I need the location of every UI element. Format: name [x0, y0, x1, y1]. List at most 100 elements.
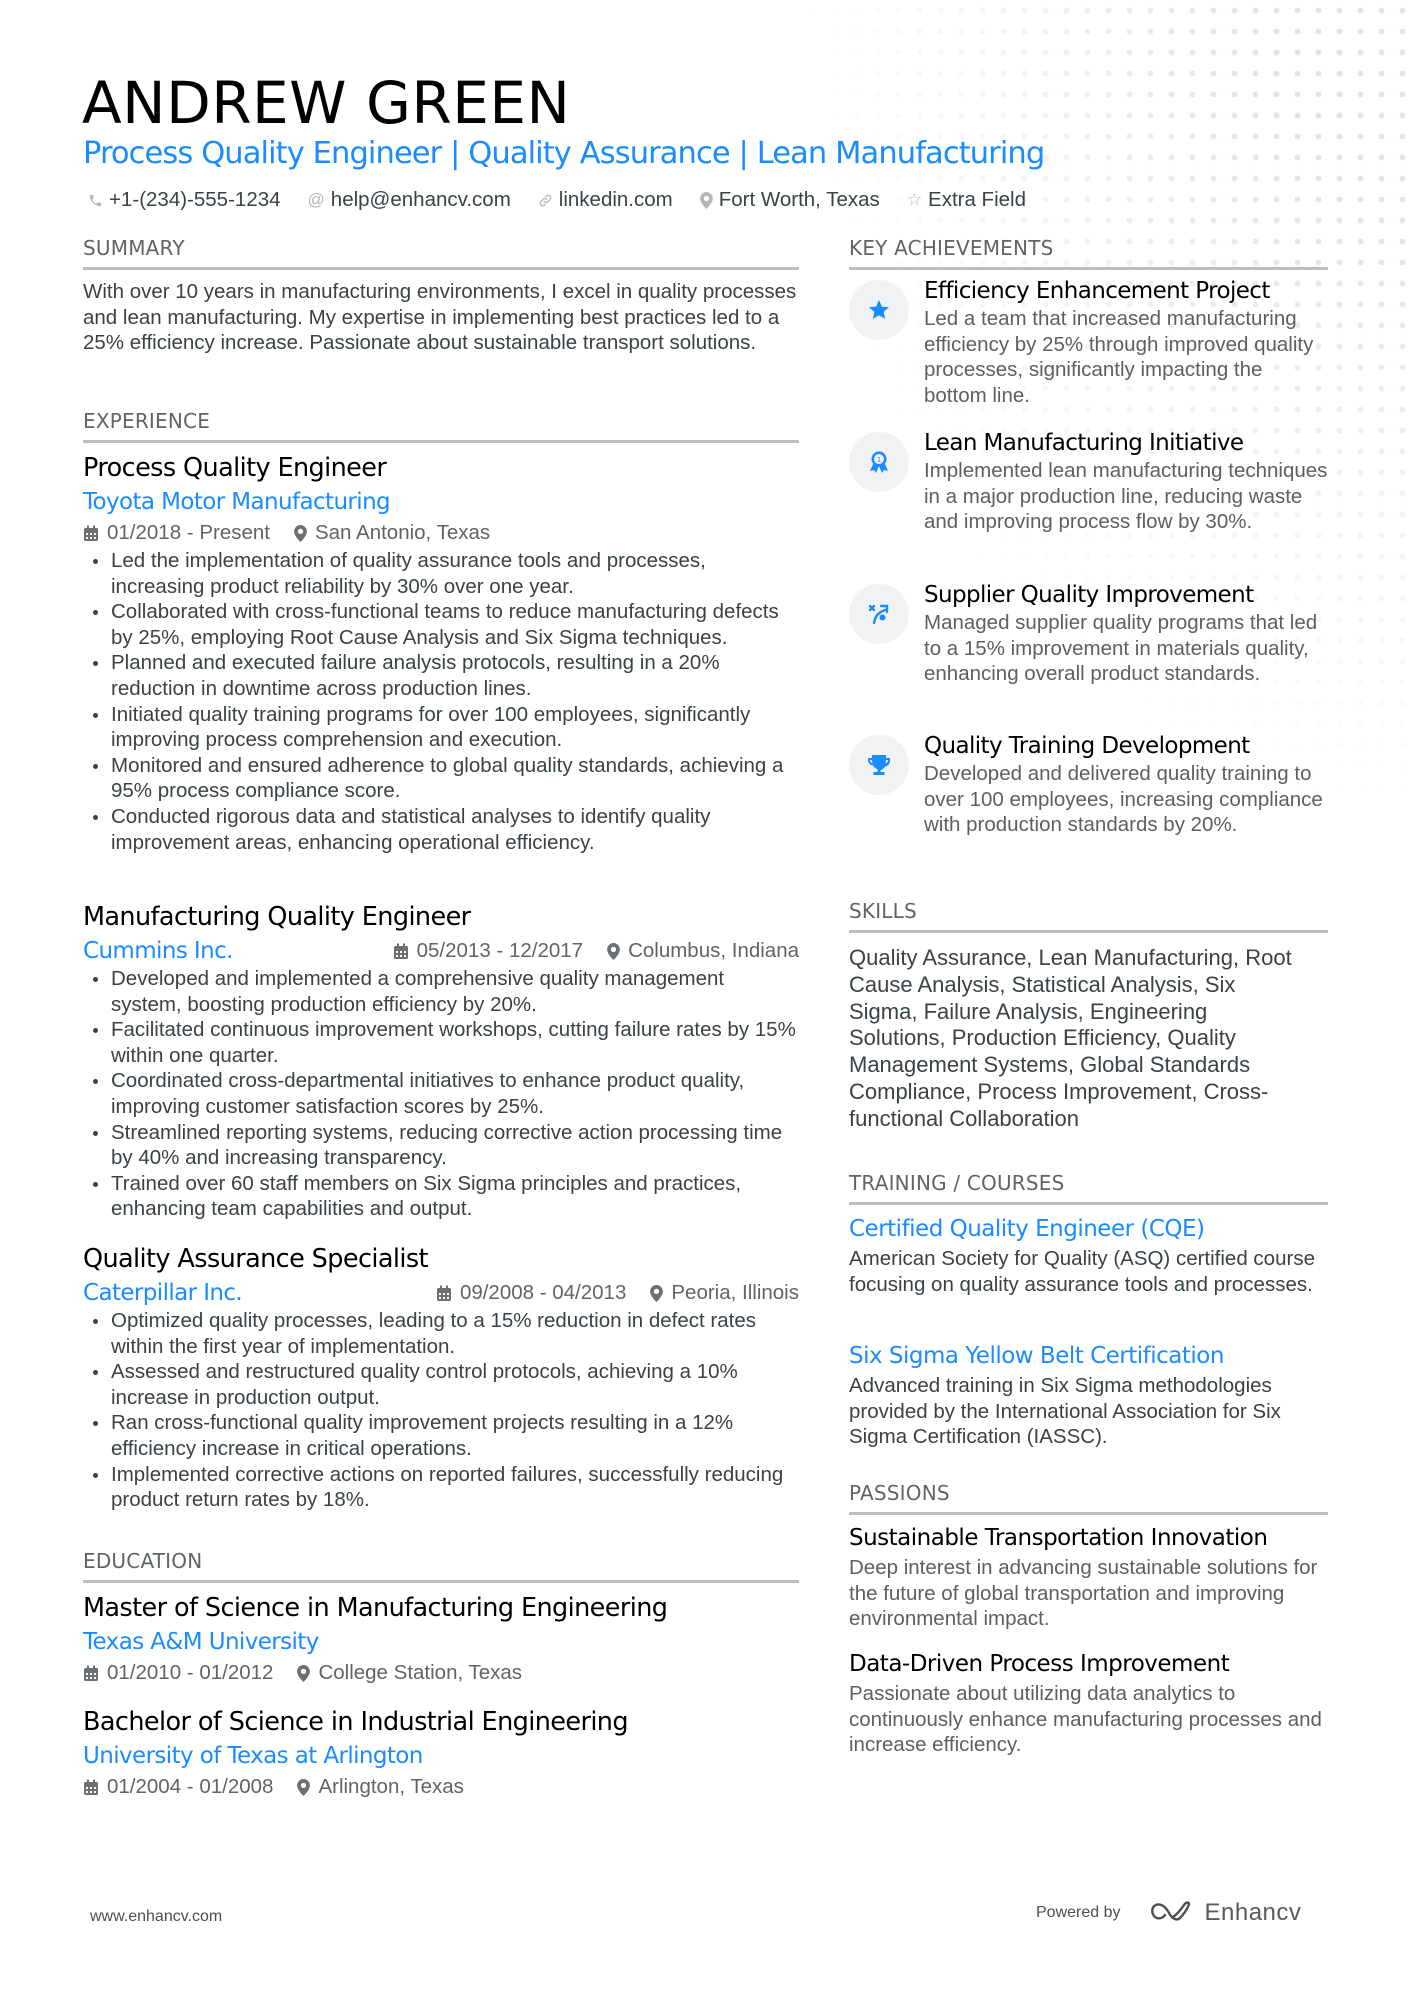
trophy-icon: [868, 755, 890, 775]
location-pin-icon: [297, 1664, 311, 1682]
training-item: Certified Quality Engineer (CQE) America…: [849, 1214, 1328, 1297]
location-pin-icon: [294, 524, 307, 542]
achievement-title: Lean Manufacturing Initiative: [924, 430, 1244, 456]
achievement-icon-badge: [849, 280, 909, 340]
education-meta: 01/2004 - 01/2008 Arlington, Texas: [83, 1773, 799, 1801]
contact-extra-text: Extra Field: [928, 188, 1026, 211]
contact-phone[interactable]: +1-(234)-555-1234: [88, 186, 281, 214]
calendar-icon: [84, 525, 98, 541]
achievement-icon-badge: [849, 735, 909, 795]
summary-text: With over 10 years in manufacturing envi…: [83, 280, 797, 355]
contact-linkedin[interactable]: linkedin.com: [538, 186, 673, 214]
achievement-icon-badge: [849, 584, 909, 644]
education-location-text: College Station, Texas: [318, 1661, 523, 1684]
school-name[interactable]: University of Texas at Arlington: [83, 1741, 799, 1771]
achievement-desc: Implemented lean manufacturing technique…: [924, 459, 1328, 534]
skills-heading: SKILLS: [849, 899, 1328, 933]
achievement-title: Efficiency Enhancement Project: [924, 278, 1270, 304]
education-location: College Station, Texas: [297, 1659, 522, 1687]
calendar-icon: [393, 943, 408, 959]
achievement-item: 1 Lean Manufacturing Initiative Implemen…: [849, 428, 1328, 535]
experience-item: Manufacturing Quality Engineer Cummins I…: [83, 901, 799, 1222]
footer-branding[interactable]: Powered by Enhancv: [1036, 1899, 1301, 1927]
candidate-headline: Process Quality Engineer | Quality Assur…: [83, 136, 1045, 171]
phone-icon: [88, 193, 103, 208]
passion-item: Data-Driven Process Improvement Passiona…: [849, 1649, 1328, 1758]
job-meta: 09/2008 - 04/2013 Peoria, Illinois: [436, 1279, 799, 1307]
star-icon: [869, 300, 889, 319]
job-meta: 05/2013 - 12/2017 Columbus, Indiana: [393, 937, 799, 965]
contact-location-text: Fort Worth, Texas: [718, 188, 880, 211]
contact-linkedin-text: linkedin.com: [558, 188, 673, 211]
bullet-item: Facilitated continuous improvement works…: [83, 1017, 799, 1068]
job-location-text: Columbus, Indiana: [628, 939, 799, 962]
enhancv-logo-icon: [1150, 1901, 1190, 1921]
passion-item: Sustainable Transportation Innovation De…: [849, 1523, 1328, 1632]
powered-by-label: Powered by: [1036, 1904, 1121, 1921]
education-dates: 01/2010 - 01/2012: [83, 1659, 273, 1687]
star-outline-icon: ☆: [906, 190, 923, 209]
experience-item: Quality Assurance Specialist Caterpillar…: [83, 1243, 799, 1513]
skills-text: Quality Assurance, Lean Manufacturing, R…: [849, 945, 1292, 1131]
training-heading: TRAINING / COURSES: [849, 1171, 1328, 1205]
at-icon: @: [307, 190, 325, 209]
bullet-item: Optimized quality processes, leading to …: [83, 1308, 799, 1359]
job-dates: 05/2013 - 12/2017: [393, 937, 583, 965]
link-icon: [538, 193, 553, 208]
contact-bar: +1-(234)-555-1234 @ help@enhancv.com lin…: [88, 186, 1053, 214]
school-name[interactable]: Texas A&M University: [83, 1627, 799, 1657]
contact-location: Fort Worth, Texas: [699, 186, 880, 214]
course-desc: Advanced training in Six Sigma methodolo…: [849, 1374, 1281, 1449]
calendar-icon: [84, 1779, 98, 1795]
job-location-text: Peoria, Illinois: [671, 1281, 799, 1304]
job-location: Peoria, Illinois: [650, 1279, 799, 1307]
job-title: Process Quality Engineer: [83, 453, 387, 483]
candidate-name: ANDREW GREEN: [82, 69, 571, 137]
award-ribbon-icon: 1: [870, 451, 888, 473]
training-item: Six Sigma Yellow Belt Certification Adva…: [849, 1341, 1328, 1450]
job-title: Manufacturing Quality Engineer: [83, 902, 471, 932]
contact-email[interactable]: @ help@enhancv.com: [308, 186, 511, 214]
bullet-item: Assessed and restructured quality contro…: [83, 1359, 799, 1410]
education-item: Master of Science in Manufacturing Engin…: [83, 1592, 799, 1687]
education-heading: EDUCATION: [83, 1549, 799, 1583]
bullet-item: Ran cross-functional quality improvement…: [83, 1410, 799, 1461]
bullet-item: Initiated quality training programs for …: [83, 702, 799, 753]
strategy-arrow-icon: [868, 604, 889, 625]
job-title: Quality Assurance Specialist: [83, 1244, 429, 1274]
course-desc: American Society for Quality (ASQ) certi…: [849, 1247, 1315, 1296]
education-dates-text: 01/2004 - 01/2008: [107, 1775, 274, 1798]
achievement-icon-badge: 1: [849, 432, 909, 492]
company-name[interactable]: Caterpillar Inc.: [83, 1278, 243, 1308]
bullet-item: Developed and implemented a comprehensiv…: [83, 966, 799, 1017]
achievement-title: Supplier Quality Improvement: [924, 582, 1254, 608]
job-dates-text: 05/2013 - 12/2017: [416, 939, 584, 962]
job-location-text: San Antonio, Texas: [314, 521, 491, 544]
bullet-item: Coordinated cross-departmental initiativ…: [83, 1068, 799, 1119]
contact-phone-text: +1-(234)-555-1234: [109, 188, 281, 211]
course-title[interactable]: Certified Quality Engineer (CQE): [849, 1214, 1328, 1244]
calendar-icon: [436, 1285, 451, 1301]
bullet-item: Planned and executed failure analysis pr…: [83, 650, 799, 701]
education-dates: 01/2004 - 01/2008: [83, 1773, 273, 1801]
company-name[interactable]: Cummins Inc.: [83, 936, 233, 966]
company-name[interactable]: Toyota Motor Manufacturing: [83, 487, 799, 517]
education-item: Bachelor of Science in Industrial Engine…: [83, 1706, 799, 1801]
degree-title: Master of Science in Manufacturing Engin…: [83, 1593, 668, 1623]
svg-text:1: 1: [877, 456, 881, 464]
passion-desc: Passionate about utilizing data analytic…: [849, 1682, 1322, 1757]
passion-title: Data-Driven Process Improvement: [849, 1651, 1230, 1677]
bullet-item: Monitored and ensured adherence to globa…: [83, 753, 799, 804]
job-dates: 01/2018 - Present: [83, 519, 270, 547]
location-pin-icon: [607, 942, 620, 960]
bullet-item: Led the implementation of quality assura…: [83, 548, 799, 599]
footer-website-link[interactable]: www.enhancv.com: [90, 1908, 222, 1926]
course-title[interactable]: Six Sigma Yellow Belt Certification: [849, 1341, 1328, 1371]
location-pin-icon: [699, 191, 713, 209]
passion-desc: Deep interest in advancing sustainable s…: [849, 1556, 1318, 1631]
achievement-item: Supplier Quality Improvement Managed sup…: [849, 580, 1328, 687]
contact-email-text: help@enhancv.com: [330, 188, 511, 211]
experience-item: Process Quality Engineer Toyota Motor Ma…: [83, 452, 799, 855]
achievement-desc: Led a team that increased manufacturing …: [924, 307, 1314, 407]
education-dates-text: 01/2010 - 01/2012: [107, 1661, 274, 1684]
